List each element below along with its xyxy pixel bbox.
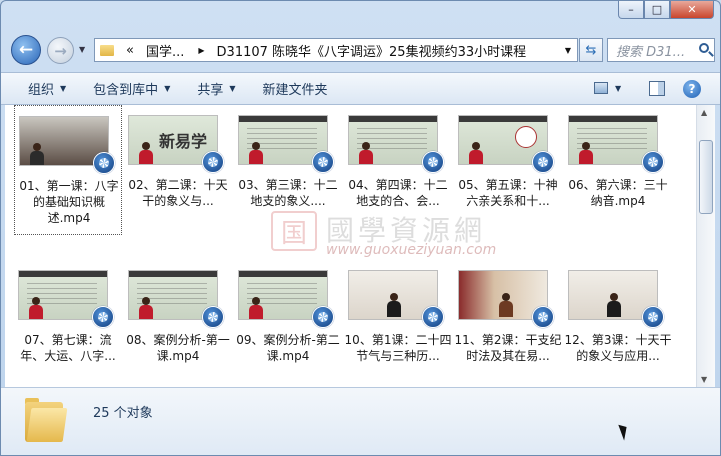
- file-tile[interactable]: 07、第七课：流年、大运、八字...: [14, 260, 122, 387]
- back-arrow-icon: ←: [18, 40, 34, 60]
- help-icon[interactable]: ?: [683, 80, 701, 98]
- view-options-icon[interactable]: [594, 82, 608, 94]
- file-tile[interactable]: 08、案例分析-第一课.mp4: [124, 260, 232, 387]
- breadcrumb-separator-icon[interactable]: ▶: [198, 46, 204, 55]
- media-player-icon: [202, 151, 224, 173]
- recent-pages-dropdown[interactable]: ▼: [79, 45, 85, 54]
- file-name: 09、案例分析-第二课.mp4: [236, 333, 340, 363]
- address-bar[interactable]: « 国学... ▶ D31107 陈晓华《八字调运》25集视频约33小时课程 ▼: [94, 38, 578, 62]
- media-player-icon: [93, 152, 115, 174]
- refresh-button[interactable]: ⇆: [579, 38, 603, 62]
- file-tile[interactable]: 12、第3课：十天干的象义与应用...: [564, 260, 672, 387]
- share-menu[interactable]: 共享 ▼: [197, 79, 235, 98]
- include-in-library-menu[interactable]: 包含到库中 ▼: [93, 79, 170, 98]
- folder-icon: [25, 398, 68, 442]
- folder-icon: [100, 44, 114, 56]
- file-name: 04、第四课：十二地支的合、会...: [348, 178, 448, 208]
- file-name: 06、第六课：三十纳音.mp4: [568, 178, 668, 208]
- file-name: 02、第二课：十天干的象义与...: [128, 178, 228, 208]
- address-overflow[interactable]: «: [126, 43, 134, 58]
- mouse-cursor-icon: [618, 422, 631, 441]
- file-tile[interactable]: 新易学 02、第二课：十天干的象义与...: [124, 105, 232, 235]
- file-tile[interactable]: 09、案例分析-第二课.mp4: [234, 260, 342, 387]
- refresh-icon: ⇆: [585, 42, 597, 58]
- minimize-button[interactable]: –: [618, 1, 644, 19]
- share-label: 共享: [197, 83, 224, 98]
- media-player-icon: [202, 306, 224, 328]
- file-name: 07、第七课：流年、大运、八字...: [20, 333, 116, 363]
- forward-arrow-icon: →: [54, 41, 67, 60]
- file-tile[interactable]: 11、第2课：干支纪时法及其在易...: [454, 260, 562, 387]
- chevron-down-icon: ▼: [60, 84, 67, 93]
- scroll-up-icon[interactable]: ▲: [701, 108, 707, 117]
- watermark-url: www.guoxueziyuan.com: [326, 242, 497, 258]
- media-player-icon: [422, 151, 444, 173]
- explorer-window: – □ ✕ ← → ▼ « 国学... ▶ D31107 陈晓华《八字调运》25…: [0, 0, 721, 456]
- media-player-icon: [532, 306, 554, 328]
- file-name: 01、第一课：八字的基础知识概述.mp4: [19, 179, 119, 225]
- file-name: 10、第1课：二十四节气与三种历...: [344, 333, 452, 363]
- vertical-scrollbar[interactable]: ▲ ▼: [696, 105, 715, 387]
- file-tile[interactable]: 06、第六课：三十纳音.mp4: [564, 105, 672, 235]
- file-name: 05、第五课：十神六亲关系和十...: [458, 178, 558, 208]
- address-dropdown[interactable]: ▼: [565, 46, 571, 55]
- view-dropdown-icon[interactable]: ▼: [615, 84, 621, 93]
- watermark-logo: 国: [271, 211, 317, 251]
- details-pane: 25 个对象: [1, 387, 720, 455]
- navigation-bar: ← → ▼ « 国学... ▶ D31107 陈晓华《八字调运》25集视频约33…: [1, 35, 720, 65]
- new-folder-label: 新建文件夹: [262, 83, 328, 98]
- media-player-icon: [642, 151, 664, 173]
- search-placeholder: 搜索 D31...: [616, 44, 686, 60]
- close-button[interactable]: ✕: [670, 1, 714, 19]
- organize-menu[interactable]: 组织 ▼: [28, 79, 66, 98]
- media-player-icon: [642, 306, 664, 328]
- command-bar: 组织 ▼ 包含到库中 ▼ 共享 ▼ 新建文件夹 ▼ ?: [1, 72, 720, 105]
- breadcrumb-segment-current[interactable]: D31107 陈晓华《八字调运》25集视频约33小时课程: [217, 41, 527, 60]
- chevron-down-icon: ▼: [229, 84, 236, 93]
- chevron-down-icon: ▼: [164, 84, 171, 93]
- breadcrumb-segment-guoxue[interactable]: 国学...: [146, 41, 184, 60]
- file-name: 11、第2课：干支纪时法及其在易...: [454, 333, 562, 363]
- back-button[interactable]: ←: [11, 35, 41, 65]
- scroll-down-icon[interactable]: ▼: [701, 375, 707, 384]
- include-label: 包含到库中: [93, 83, 159, 98]
- media-player-icon: [532, 151, 554, 173]
- preview-pane-icon[interactable]: [649, 81, 665, 96]
- file-name: 03、第三课：十二地支的象义....: [238, 178, 338, 208]
- new-folder-button[interactable]: 新建文件夹: [263, 79, 328, 98]
- file-name: 08、案例分析-第一课.mp4: [126, 333, 230, 363]
- caption-buttons: – □ ✕: [618, 1, 714, 19]
- forward-button[interactable]: →: [47, 37, 74, 64]
- file-tile[interactable]: 01、第一课：八字的基础知识概述.mp4: [14, 105, 122, 235]
- file-name: 12、第3课：十天干的象义与应用...: [564, 333, 672, 363]
- media-player-icon: [422, 306, 444, 328]
- organize-label: 组织: [28, 83, 55, 98]
- item-count: 25 个对象: [93, 406, 153, 421]
- maximize-button[interactable]: □: [644, 1, 670, 19]
- media-player-icon: [312, 306, 334, 328]
- search-icon[interactable]: [699, 43, 709, 53]
- file-tile[interactable]: 10、第1课：二十四节气与三种历...: [344, 260, 452, 387]
- media-player-icon: [312, 151, 334, 173]
- media-player-icon: [92, 306, 114, 328]
- scrollbar-thumb[interactable]: [699, 140, 713, 214]
- search-input[interactable]: 搜索 D31...: [607, 38, 715, 62]
